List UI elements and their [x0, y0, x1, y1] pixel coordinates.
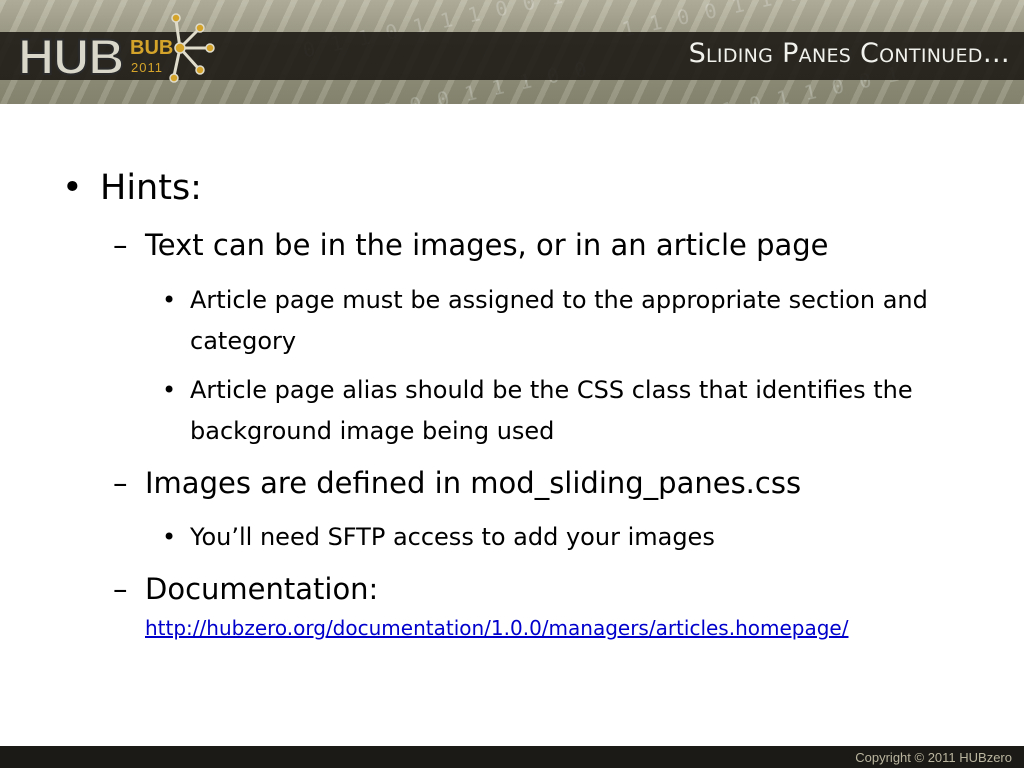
bullet-level2-text: Text can be in the images, or in an arti… [145, 228, 829, 262]
logo-hub-text: HUB [17, 29, 125, 85]
slide: 0 1 1 0 1 1 1 0 0 1 0 1 1 0 0 1 1 0 1 0 … [0, 0, 1024, 768]
bullet-dot-icon: • [162, 286, 177, 314]
footer-bar: Copyright © 2011 HUBzero [0, 746, 1024, 768]
bullet-dot-icon: • [62, 168, 83, 208]
bullet-level2-text: Images are defined in mod_sliding_panes.… [145, 466, 802, 500]
slide-title: Sliding Panes Continued… [688, 38, 1010, 69]
header-banner: 0 1 1 0 1 1 1 0 0 1 0 1 1 0 0 1 1 0 1 0 … [0, 0, 1024, 104]
bullet-level3-text: Article page alias should be the CSS cla… [190, 376, 913, 445]
dash-icon: – [113, 228, 128, 262]
bullet-dot-icon: • [162, 523, 177, 551]
copyright-text: Copyright © 2011 HUBzero [855, 750, 1012, 765]
bullet-dot-icon: • [162, 376, 177, 404]
hubbub-logo: HUB BUB 2011 [17, 8, 218, 88]
bullet-level3-text: You’ll need SFTP access to add your imag… [190, 523, 715, 551]
bullet-level1-text: Hints: [100, 168, 202, 208]
dash-icon: – [113, 466, 128, 500]
bullet-level3-text: Article page must be assigned to the app… [190, 286, 928, 355]
documentation-link[interactable]: http://hubzero.org/documentation/1.0.0/m… [145, 616, 848, 640]
dash-icon: – [113, 572, 128, 606]
bullet-level2-text: Documentation: [145, 572, 379, 606]
logo-burst-icon [169, 13, 215, 83]
